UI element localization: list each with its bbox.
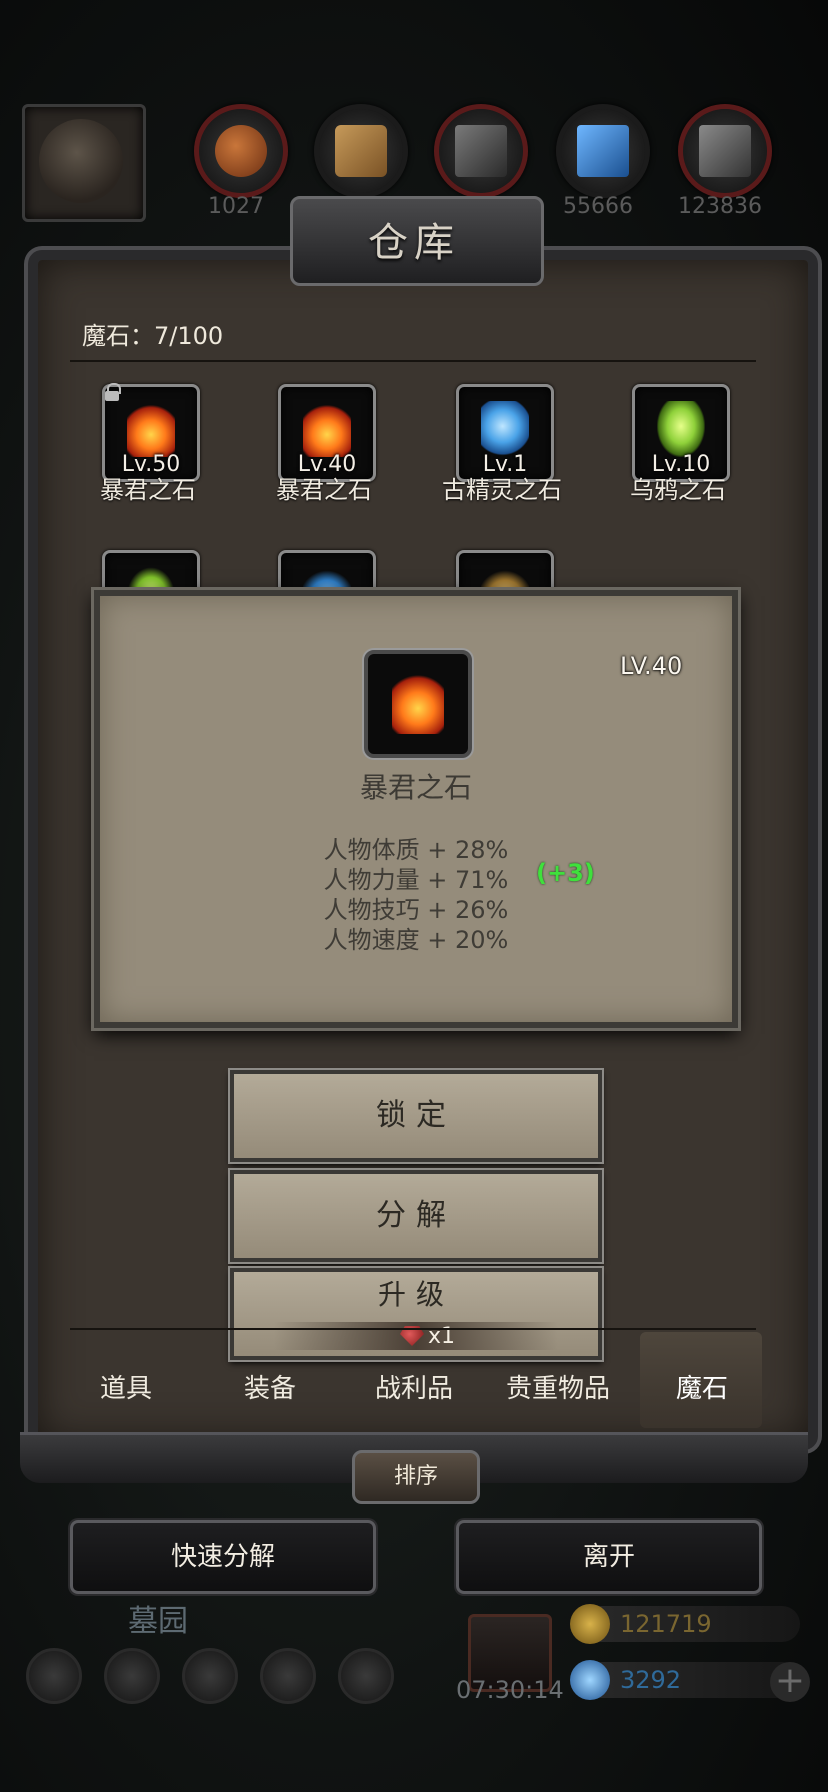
lock-button[interactable]: 锁定 <box>230 1070 602 1162</box>
divider-bottom <box>70 1328 756 1330</box>
item-name: 暴君之石 <box>276 476 372 504</box>
popup-item-icon <box>364 650 472 758</box>
fire-stone-icon <box>127 401 175 457</box>
panel-title: 仓库 <box>368 220 460 266</box>
resource-wood-icon[interactable] <box>314 104 408 198</box>
item-slot-4[interactable]: Lv.10 <box>632 384 730 482</box>
upgrade-button-label: 升级 <box>377 1278 454 1311</box>
guild-icon[interactable] <box>182 1648 238 1704</box>
resource-crystal-count: 55666 <box>563 194 633 219</box>
mail-icon[interactable] <box>260 1648 316 1704</box>
leave-button[interactable]: 离开 <box>456 1520 762 1594</box>
avatar-portrait <box>39 119 123 203</box>
gift-timer: 07:30:14 <box>456 1676 564 1704</box>
item-name: 乌鸦之石 <box>630 476 726 504</box>
resource-stone-count: 123836 <box>678 194 762 219</box>
resource-iron-icon[interactable] <box>434 104 528 198</box>
quick-decompose-button[interactable]: 快速分解 <box>70 1520 376 1594</box>
gold-amount: 121719 <box>620 1610 712 1638</box>
item-name: 古精灵之石 <box>442 476 562 504</box>
item-name: 暴君之石 <box>100 476 196 504</box>
tab-props[interactable]: 道具 <box>56 1368 196 1405</box>
item-detail-popup: LV.40 暴君之石 人物体质 + 28% 人物力量 + 71% 人物技巧 + … <box>94 590 738 1028</box>
decompose-button[interactable]: 分解 <box>230 1170 602 1262</box>
item-slot-2[interactable]: Lv.40 <box>278 384 376 482</box>
stat-bonus: (+3) <box>536 859 595 887</box>
player-avatar[interactable] <box>22 104 146 222</box>
item-slot-3[interactable]: Lv.1 <box>456 384 554 482</box>
decompose-button-label: 分解 <box>376 1198 456 1233</box>
tab-magic-stones[interactable]: 魔石 <box>632 1368 772 1405</box>
settings-gear-icon[interactable] <box>26 1648 82 1704</box>
gem-amount: 3292 <box>620 1666 682 1694</box>
popup-level: LV.40 <box>620 652 683 680</box>
upgrade-button[interactable]: 升级 x1 <box>230 1268 602 1360</box>
fire-stone-icon <box>392 670 444 734</box>
sort-button[interactable]: 排序 <box>352 1450 480 1504</box>
resource-stone-icon[interactable] <box>678 104 772 198</box>
lock-button-label: 锁定 <box>376 1098 456 1133</box>
popup-item-name: 暴君之石 <box>359 771 472 804</box>
resource-meat-count: 1027 <box>208 194 264 219</box>
capacity-label: 魔石：7/100 <box>82 322 224 350</box>
map-icon[interactable] <box>338 1648 394 1704</box>
spirit-orb-icon <box>481 401 529 457</box>
item-slot-1[interactable]: Lv.50 <box>102 383 200 482</box>
upgrade-cost: x1 <box>274 1322 558 1350</box>
resource-meat-icon[interactable] <box>194 104 288 198</box>
location-label: 墓园 <box>128 1604 188 1639</box>
achievement-icon[interactable] <box>104 1648 160 1704</box>
add-currency-icon[interactable]: + <box>770 1662 810 1702</box>
tab-equipment[interactable]: 装备 <box>200 1368 340 1405</box>
tab-valuables[interactable]: 贵重物品 <box>488 1368 628 1405</box>
tab-loot[interactable]: 战利品 <box>344 1368 484 1405</box>
lock-icon <box>103 383 121 401</box>
resource-crystal-icon[interactable] <box>556 104 650 198</box>
divider-top <box>70 360 756 362</box>
blue-gem-icon <box>570 1660 610 1700</box>
crow-stone-icon <box>657 401 705 457</box>
gold-coin-icon <box>570 1604 610 1644</box>
stat-line: 人物速度 + 20% <box>323 926 509 954</box>
fire-stone-icon <box>303 401 351 457</box>
